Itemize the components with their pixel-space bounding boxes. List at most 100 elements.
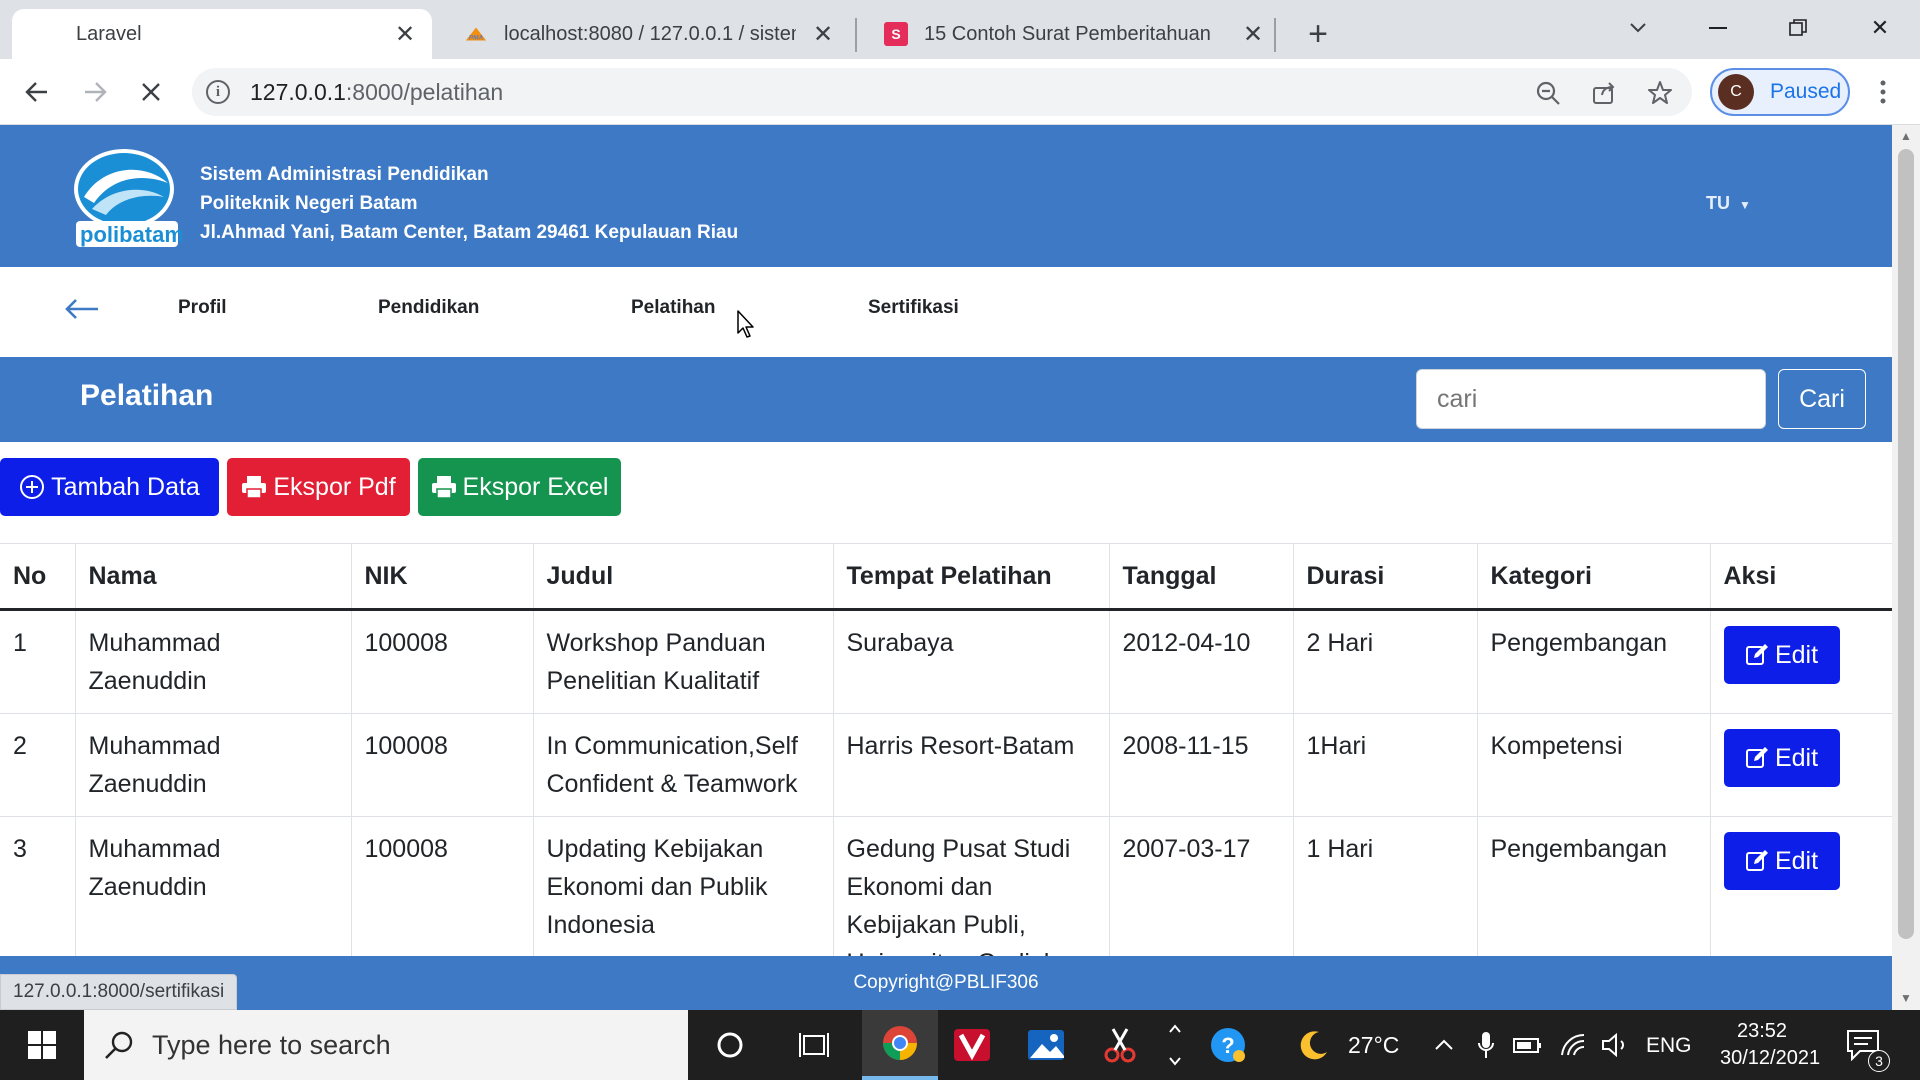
page-scrollbar[interactable]: ▲ ▼ bbox=[1892, 125, 1920, 1010]
snipping-tool-taskbar-icon[interactable] bbox=[1082, 1010, 1158, 1080]
user-dropdown[interactable]: TU ▼ bbox=[1706, 193, 1751, 214]
table-row: 1 Muhammad Zaenuddin 100008 Workshop Pan… bbox=[0, 609, 1892, 714]
address-bar[interactable]: i 127.0.0.1:8000/pelatihan bbox=[192, 68, 1692, 116]
search-input[interactable] bbox=[1416, 369, 1766, 429]
cell-durasi: 1Hari bbox=[1293, 713, 1478, 817]
nav-pendidikan[interactable]: Pendidikan bbox=[378, 297, 479, 319]
weather-moon-icon[interactable] bbox=[1276, 1010, 1352, 1080]
edit-button[interactable]: Edit bbox=[1723, 729, 1840, 787]
tab-favicon-blank-icon bbox=[36, 22, 60, 46]
weather-temperature[interactable]: 27°C bbox=[1348, 1032, 1399, 1059]
taskbar-scroll-arrows-icon[interactable] bbox=[1160, 1010, 1190, 1080]
cell-tempat: Surabaya bbox=[833, 609, 1110, 714]
notifications-icon[interactable]: 3 bbox=[1828, 1010, 1898, 1080]
user-menu-label: TU bbox=[1706, 193, 1730, 213]
search-icon bbox=[104, 1030, 134, 1060]
tab-laravel[interactable]: Laravel ✕ bbox=[12, 9, 432, 59]
taskbar-search-box[interactable]: Type here to search bbox=[84, 1010, 688, 1080]
export-excel-button[interactable]: Ekspor Excel bbox=[418, 458, 621, 516]
chrome-taskbar-icon[interactable] bbox=[862, 1010, 938, 1080]
edit-button[interactable]: Edit bbox=[1723, 626, 1840, 684]
profile-status-label: Paused bbox=[1770, 80, 1842, 103]
edit-label: Edit bbox=[1774, 640, 1819, 669]
forward-arrow-icon[interactable] bbox=[74, 71, 116, 113]
scrollbar-thumb[interactable] bbox=[1898, 149, 1914, 939]
task-view-icon[interactable] bbox=[776, 1010, 852, 1080]
wifi-icon[interactable] bbox=[1552, 1010, 1596, 1080]
show-hidden-icons-chevron-icon[interactable] bbox=[1422, 1010, 1466, 1080]
microphone-icon[interactable] bbox=[1466, 1010, 1506, 1080]
taskbar-search-placeholder: Type here to search bbox=[152, 1029, 391, 1060]
minimize-icon[interactable] bbox=[1690, 8, 1746, 48]
nav-sertifikasi[interactable]: Sertifikasi bbox=[868, 297, 959, 319]
cell-judul: In Communication,Self Confident & Teamwo… bbox=[533, 713, 834, 817]
tab-close-icon[interactable]: ✕ bbox=[808, 19, 838, 49]
column-header-durasi: Durasi bbox=[1293, 543, 1478, 611]
svg-text:PMA: PMA bbox=[469, 35, 484, 42]
edit-icon bbox=[1745, 746, 1769, 770]
export-pdf-button[interactable]: Ekspor Pdf bbox=[227, 458, 410, 516]
browser-menu-icon[interactable] bbox=[1868, 71, 1898, 113]
stop-loading-icon[interactable] bbox=[130, 71, 172, 113]
search-button[interactable]: Cari bbox=[1778, 369, 1866, 429]
tab-search-chevron-icon[interactable] bbox=[1610, 8, 1666, 48]
cell-tanggal: 2012-04-10 bbox=[1109, 609, 1294, 714]
taskbar-clock[interactable]: 23:52 30/12/2021 bbox=[1720, 1018, 1820, 1072]
tab-title: 15 Contoh Surat Pemberitahuan bbox=[924, 22, 1211, 45]
bookmark-star-icon[interactable] bbox=[1646, 79, 1674, 107]
add-data-label: Tambah Data bbox=[51, 472, 200, 501]
link-hover-status: 127.0.0.1:8000/sertifikasi bbox=[0, 974, 238, 1010]
nav-pelatihan[interactable]: Pelatihan bbox=[631, 297, 715, 319]
svg-text:polibatam: polibatam bbox=[80, 222, 182, 247]
volume-icon[interactable] bbox=[1594, 1010, 1638, 1080]
site-info-icon[interactable]: i bbox=[206, 80, 230, 104]
column-header-nama: Nama bbox=[75, 543, 352, 611]
edit-label: Edit bbox=[1774, 846, 1819, 875]
site-footer: Copyright@PBLIF306 bbox=[0, 956, 1892, 1010]
back-arrow-icon[interactable] bbox=[16, 71, 58, 113]
training-table: No Nama NIK Judul Tempat Pelatihan Tangg… bbox=[0, 543, 1892, 996]
avatar: C bbox=[1718, 74, 1754, 110]
cell-durasi: 2 Hari bbox=[1293, 609, 1478, 714]
cell-no: 1 bbox=[0, 609, 76, 714]
battery-icon[interactable] bbox=[1506, 1010, 1550, 1080]
edit-button[interactable]: Edit bbox=[1723, 832, 1840, 890]
input-language[interactable]: ENG bbox=[1646, 1034, 1692, 1058]
nav-profil[interactable]: Profil bbox=[178, 297, 227, 319]
tab-title: Laravel bbox=[76, 22, 142, 45]
edit-icon bbox=[1745, 643, 1769, 667]
column-header-aksi: Aksi bbox=[1710, 543, 1892, 611]
institution-address: Jl.Ahmad Yani, Batam Center, Batam 29461… bbox=[200, 222, 739, 243]
windows-start-icon[interactable] bbox=[0, 1010, 84, 1080]
new-tab-plus-icon[interactable]: + bbox=[1298, 14, 1338, 54]
browser-tab-strip: Laravel ✕ PMA localhost:8080 / 127.0.0.1… bbox=[0, 0, 1920, 59]
column-header-no: No bbox=[0, 543, 76, 611]
tab-contoh-surat[interactable]: S 15 Contoh Surat Pemberitahuan ✕ bbox=[860, 9, 1280, 59]
tab-phpmyadmin[interactable]: PMA localhost:8080 / 127.0.0.1 / sistem … bbox=[440, 9, 850, 59]
close-window-icon[interactable]: ✕ bbox=[1852, 8, 1908, 48]
photos-taskbar-icon[interactable] bbox=[1008, 1010, 1084, 1080]
institution-name: Politeknik Negeri Batam bbox=[200, 193, 418, 214]
polibatam-logo[interactable]: polibatam bbox=[72, 147, 184, 251]
phpmyadmin-favicon-icon: PMA bbox=[464, 22, 488, 46]
cell-nama: Muhammad Zaenuddin bbox=[75, 609, 352, 714]
add-data-button[interactable]: Tambah Data bbox=[0, 458, 219, 516]
share-icon[interactable] bbox=[1590, 79, 1618, 107]
mouse-cursor-icon bbox=[737, 310, 754, 338]
scroll-down-icon[interactable]: ▼ bbox=[1898, 991, 1914, 1007]
app-v-taskbar-icon[interactable] bbox=[934, 1010, 1010, 1080]
profile-paused-button[interactable]: C Paused bbox=[1710, 68, 1850, 116]
zoom-icon[interactable] bbox=[1534, 79, 1562, 107]
restore-icon[interactable] bbox=[1770, 8, 1826, 48]
system-name: Sistem Administrasi Pendidikan bbox=[200, 164, 489, 185]
site-identity: Sistem Administrasi Pendidikan Politekni… bbox=[200, 160, 738, 247]
url-text[interactable]: 127.0.0.1:8000/pelatihan bbox=[250, 79, 503, 106]
tab-close-icon[interactable]: ✕ bbox=[1238, 19, 1268, 49]
cell-nama: Muhammad Zaenuddin bbox=[75, 713, 352, 817]
back-arrow-icon[interactable] bbox=[64, 293, 100, 327]
tab-close-icon[interactable]: ✕ bbox=[390, 19, 420, 49]
help-icon[interactable]: ? bbox=[1190, 1010, 1266, 1080]
scroll-up-icon[interactable]: ▲ bbox=[1898, 129, 1914, 145]
cortana-icon[interactable] bbox=[692, 1010, 768, 1080]
browser-toolbar: i 127.0.0.1:8000/pelatihan C Paused bbox=[0, 59, 1920, 125]
